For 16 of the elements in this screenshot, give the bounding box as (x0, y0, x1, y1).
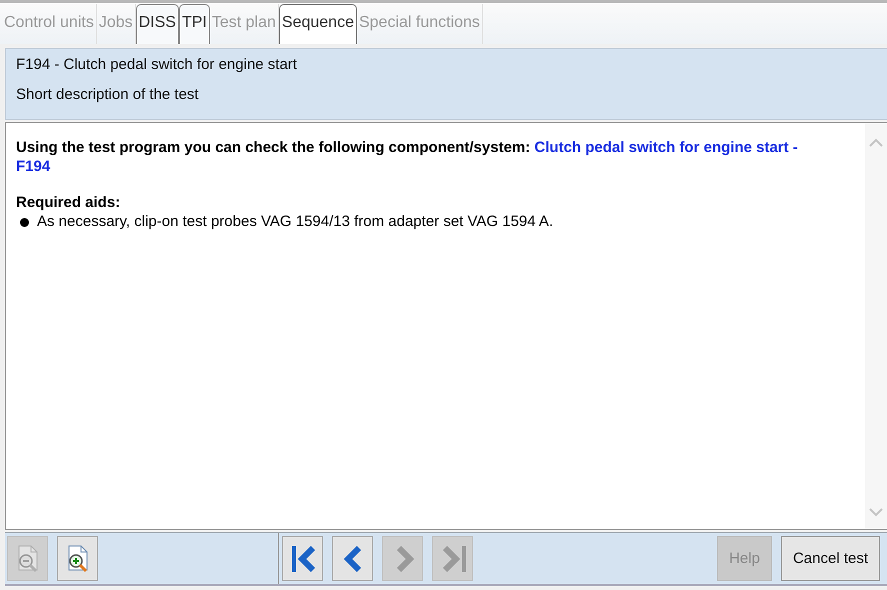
previous-button[interactable] (332, 536, 373, 581)
tab[interactable]: Sequence (278, 4, 357, 44)
bullet-icon (20, 218, 29, 226)
scrollbar[interactable] (865, 123, 887, 529)
description-text: Using the test program you can check the following component/system: Clutch pedal switch for engine start - F194 (16, 138, 799, 176)
aids-heading: Required aids: (16, 194, 122, 212)
zoom-in-button[interactable] (57, 536, 98, 581)
test-subtitle: Short description of the test (16, 85, 200, 105)
toolbar-button[interactable]: Cancel test (780, 536, 880, 581)
test-title: F194 - Clutch pedal switch for engine start (16, 55, 298, 75)
tab[interactable]: DISS (136, 4, 179, 44)
scroll-up-icon[interactable] (869, 138, 883, 147)
tab[interactable]: TPI (178, 4, 210, 44)
aid-text: As necessary, clip-on test probes VAG 1594/13 from adapter set VAG 1594 A. (37, 212, 554, 232)
scroll-down-icon[interactable] (869, 508, 883, 517)
first-button[interactable] (282, 536, 323, 581)
